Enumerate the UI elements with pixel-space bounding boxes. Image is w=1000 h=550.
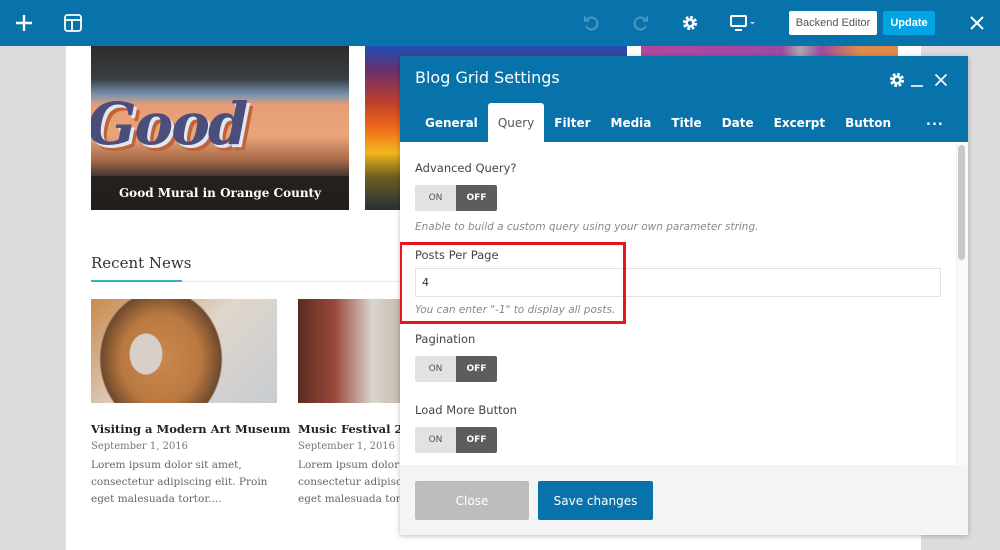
more-tabs-button[interactable]: ...: [926, 114, 944, 129]
page-settings-button[interactable]: [679, 0, 701, 46]
tab-date[interactable]: Date: [712, 103, 764, 142]
featured-post-image-3[interactable]: [641, 46, 898, 56]
undo-icon: [584, 16, 599, 31]
load-more-toggle[interactable]: ON OFF: [415, 427, 497, 453]
toggle-off-option[interactable]: OFF: [456, 356, 497, 382]
undo-button[interactable]: [580, 0, 602, 46]
advanced-query-label: Advanced Query?: [415, 161, 517, 175]
responsive-preview-button[interactable]: [728, 0, 758, 46]
post-date: September 1, 2016: [91, 441, 189, 452]
modal-title: Blog Grid Settings: [415, 68, 560, 87]
post-card: Visiting a Modern Art Museum September 1…: [91, 299, 290, 508]
tab-filter[interactable]: Filter: [544, 103, 600, 142]
posts-per-page-input[interactable]: [415, 268, 941, 297]
close-button[interactable]: Close: [415, 481, 529, 520]
tab-query[interactable]: Query: [487, 103, 545, 142]
close-icon: [970, 16, 984, 30]
modal-close-button[interactable]: [932, 69, 950, 91]
toggle-on-option[interactable]: ON: [415, 427, 456, 453]
close-icon: [934, 73, 948, 87]
modal-minimize-button[interactable]: [909, 69, 925, 91]
modal-footer: Close Save changes: [400, 465, 968, 535]
mural-art-text: Good: [91, 90, 248, 158]
post-thumbnail[interactable]: [91, 299, 277, 403]
featured-post-image[interactable]: Good Good Mural in Orange County: [91, 46, 349, 210]
section-accent-line: [91, 280, 182, 282]
post-title[interactable]: Visiting a Modern Art Museum: [91, 422, 290, 436]
tab-general[interactable]: General: [415, 103, 488, 142]
layout-icon: [64, 14, 82, 32]
close-editor-button[interactable]: [965, 0, 989, 46]
add-element-button[interactable]: [10, 0, 38, 46]
tab-excerpt[interactable]: Excerpt: [764, 103, 835, 142]
modal-settings-button[interactable]: [887, 69, 907, 91]
post-excerpt: Lorem ipsum dolor sit amet, consectetur …: [91, 459, 268, 505]
redo-icon: [633, 16, 648, 31]
gear-icon: [889, 72, 905, 88]
pagination-toggle[interactable]: ON OFF: [415, 356, 497, 382]
update-button[interactable]: Update: [883, 11, 935, 35]
toggle-off-option[interactable]: OFF: [456, 427, 497, 453]
plus-icon: [16, 15, 32, 31]
tab-button[interactable]: Button: [835, 103, 901, 142]
toggle-off-option[interactable]: OFF: [456, 185, 497, 211]
editor-navbar: Backend Editor Update: [0, 0, 1000, 46]
blog-grid-settings-modal: Blog Grid Settings General Query Filter …: [400, 56, 968, 535]
posts-per-page-help: You can enter "-1" to display all posts.: [415, 304, 616, 316]
modal-body: Advanced Query? ON OFF Enable to build a…: [400, 142, 968, 465]
advanced-query-toggle[interactable]: ON OFF: [415, 185, 497, 211]
toggle-on-option[interactable]: ON: [415, 356, 456, 382]
posts-per-page-label: Posts Per Page: [415, 248, 499, 262]
pagination-label: Pagination: [415, 332, 476, 346]
redo-button[interactable]: [630, 0, 652, 46]
modal-tabs: General Query Filter Media Title Date Ex…: [415, 103, 901, 142]
minimize-icon: [911, 85, 923, 87]
tab-media[interactable]: Media: [601, 103, 662, 142]
modal-header[interactable]: Blog Grid Settings General Query Filter …: [400, 56, 968, 142]
tab-title[interactable]: Title: [661, 103, 711, 142]
modal-scrollbar-thumb[interactable]: [958, 145, 965, 260]
featured-post-caption[interactable]: Good Mural in Orange County: [91, 176, 349, 210]
gear-icon: [682, 15, 698, 31]
advanced-query-help: Enable to build a custom query using you…: [415, 221, 759, 233]
desktop-monitor-icon: [730, 15, 755, 31]
section-title: Recent News: [91, 254, 192, 272]
backend-editor-button[interactable]: Backend Editor: [789, 11, 877, 35]
load-more-label: Load More Button: [415, 403, 517, 417]
save-changes-button[interactable]: Save changes: [538, 481, 653, 520]
layout-button[interactable]: [60, 0, 86, 46]
toggle-on-option[interactable]: ON: [415, 185, 456, 211]
